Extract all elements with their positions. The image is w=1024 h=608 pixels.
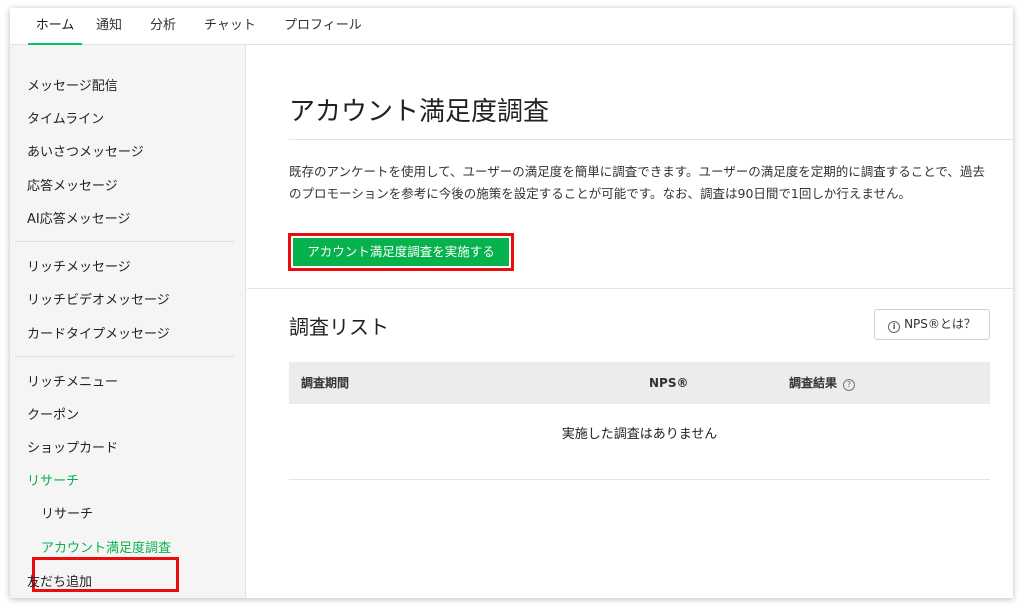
empty-state-message: 実施した調査はありません	[561, 427, 718, 442]
column-result: 調査結果?	[789, 362, 856, 404]
sidebar-item-add-friends[interactable]: 友だち追加	[27, 571, 92, 590]
sidebar-subitem-account-satisfaction[interactable]: アカウント満足度調査	[41, 537, 171, 556]
sidebar-item-shop-card[interactable]: ショップカード	[27, 437, 118, 456]
sidebar-item-research[interactable]: リサーチ	[27, 470, 79, 489]
top-nav: ホーム 通知 分析 チャット プロフィール	[10, 8, 1013, 45]
help-icon[interactable]: ?	[843, 379, 856, 391]
tab-profile[interactable]: プロフィール	[284, 8, 362, 45]
sidebar-item-ai-reply[interactable]: AI応答メッセージ	[27, 208, 130, 227]
divider	[289, 139, 1013, 140]
sidebar-item-auto-reply[interactable]: 応答メッセージ	[27, 175, 118, 194]
sidebar-item-timeline[interactable]: タイムライン	[27, 108, 104, 127]
column-nps: NPS®	[649, 376, 689, 390]
sidebar-item-coupon[interactable]: クーポン	[27, 404, 79, 423]
column-result-label: 調査結果	[789, 376, 838, 390]
sidebar: メッセージ配信 タイムライン あいさつメッセージ 応答メッセージ AI応答メッセ…	[10, 45, 246, 598]
tab-analytics[interactable]: 分析	[150, 8, 176, 45]
sidebar-item-rich-message[interactable]: リッチメッセージ	[27, 256, 131, 275]
tab-notifications[interactable]: 通知	[96, 8, 122, 45]
divider	[289, 479, 990, 480]
survey-table-header: 調査期間 NPS® 調査結果?	[289, 362, 990, 404]
tab-home[interactable]: ホーム	[28, 8, 82, 45]
sidebar-subitem-research[interactable]: リサーチ	[41, 503, 93, 522]
nps-info-button[interactable]: i NPS®とは？	[874, 309, 990, 340]
page-title: アカウント満足度調査	[289, 97, 550, 127]
page-description: 既存のアンケートを使用して、ユーザーの満足度を簡単に調査できます。ユーザーの満足…	[289, 164, 985, 201]
survey-list-title: 調査リスト	[289, 315, 389, 339]
divider	[247, 288, 1013, 289]
run-survey-button[interactable]: アカウント満足度調査を実施する	[293, 238, 509, 266]
sidebar-item-rich-video-message[interactable]: リッチビデオメッセージ	[27, 289, 170, 308]
sidebar-divider	[15, 241, 234, 242]
sidebar-divider	[15, 356, 234, 357]
sidebar-item-card-type-message[interactable]: カードタイプメッセージ	[27, 323, 170, 342]
sidebar-item-rich-menu[interactable]: リッチメニュー	[27, 371, 118, 390]
info-icon: i	[888, 321, 901, 333]
sidebar-item-message-delivery[interactable]: メッセージ配信	[27, 75, 118, 94]
sidebar-item-greeting-message[interactable]: あいさつメッセージ	[27, 141, 144, 160]
main-content: アカウント満足度調査 既存のアンケートを使用して、ユーザーの満足度を簡単に調査で…	[247, 45, 1013, 598]
nps-info-label: NPS®とは？	[904, 317, 976, 331]
highlight-box: アカウント満足度調査を実施する	[288, 233, 514, 271]
tab-chat[interactable]: チャット	[204, 8, 256, 45]
column-period: 調査期間	[301, 376, 350, 390]
app-window: ホーム 通知 分析 チャット プロフィール メッセージ配信 タイムライン あいさ…	[10, 8, 1013, 598]
